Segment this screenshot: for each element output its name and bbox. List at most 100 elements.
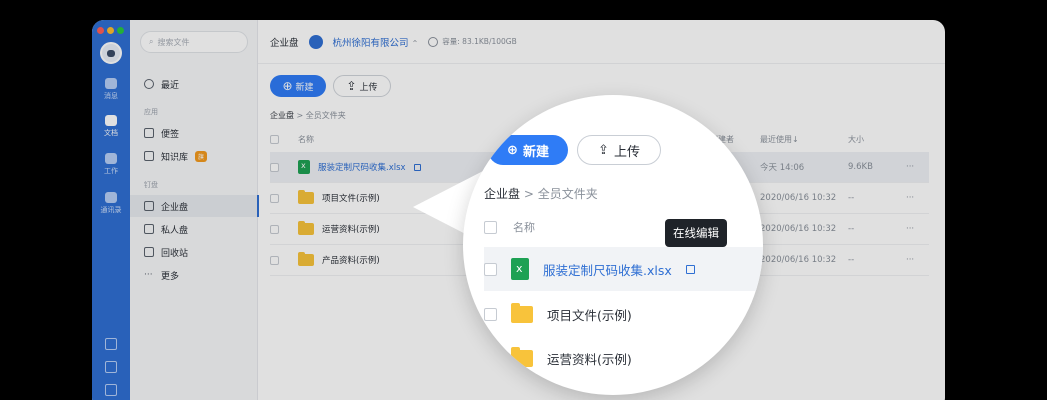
- select-all-checkbox[interactable]: [484, 220, 497, 234]
- breadcrumb-separator: >: [296, 111, 304, 120]
- sidebar-item-knowledge-base[interactable]: 知识库 旗: [130, 145, 258, 167]
- help-icon[interactable]: [105, 338, 117, 350]
- rail-item-docs[interactable]: 文档: [92, 115, 130, 138]
- row-checkbox[interactable]: [484, 307, 497, 321]
- file-name[interactable]: 服装定制尺码收集.xlsx: [543, 260, 672, 279]
- row-size: 9.6KB: [848, 162, 873, 172]
- more-actions-icon[interactable]: ···: [906, 255, 914, 265]
- minimize-window-button[interactable]: [107, 27, 114, 34]
- sidebar: ⌕ 搜索文件 最近 应用 便签 知识库 旗 钉盘 企业盘 私人盘 回收站 ···…: [130, 20, 259, 400]
- breadcrumb-root[interactable]: 企业盘: [484, 187, 520, 201]
- breadcrumb-separator: >: [523, 187, 534, 201]
- folder-icon: [298, 252, 314, 266]
- header-recent[interactable]: 最近使用↓: [760, 134, 799, 145]
- breadcrumb-current: 全员文件夹: [305, 111, 346, 120]
- header-name[interactable]: 名称: [513, 219, 535, 235]
- folder-icon: [511, 302, 533, 323]
- row-checkbox[interactable]: [270, 224, 279, 234]
- building-icon: [144, 201, 154, 211]
- breadcrumb-current: 全员文件夹: [537, 187, 598, 201]
- document-icon: [105, 115, 117, 126]
- more-actions-icon[interactable]: ···: [906, 162, 914, 172]
- table-row-zoomed[interactable]: 运营资料(示例): [484, 336, 763, 380]
- upload-button[interactable]: ⇪ 上传: [333, 75, 391, 97]
- table-row-zoomed[interactable]: 服装定制尺码收集.xlsx: [484, 247, 763, 291]
- rail-item-work[interactable]: 工作: [92, 153, 130, 176]
- file-name[interactable]: 项目文件(示例): [547, 305, 632, 324]
- sidebar-section-apps: 应用: [144, 108, 158, 116]
- company-selector[interactable]: 杭州徐阳有限公司 ⌃: [333, 35, 419, 49]
- row-checkbox[interactable]: [270, 162, 279, 172]
- sidebar-item-recent[interactable]: 最近: [130, 73, 258, 95]
- badge: 旗: [195, 150, 208, 162]
- search-placeholder: 搜索文件: [157, 37, 190, 47]
- upload-icon: ⇪: [346, 79, 357, 93]
- breadcrumb-root[interactable]: 企业盘: [270, 111, 294, 120]
- todo-icon[interactable]: [105, 361, 117, 373]
- lightning-icon[interactable]: [105, 384, 117, 396]
- new-button-label: 新建: [295, 82, 314, 93]
- sidebar-item-enterprise-disk[interactable]: 企业盘: [130, 195, 259, 217]
- sidebar-item-label: 私人盘: [161, 225, 189, 236]
- more-actions-icon[interactable]: ···: [906, 224, 914, 234]
- header-size[interactable]: 大小: [848, 134, 864, 145]
- new-file-icon: ⊕: [507, 142, 518, 158]
- rail-item-messages[interactable]: 消息: [92, 78, 130, 101]
- row-size: --: [848, 224, 855, 234]
- lock-icon: [144, 224, 154, 234]
- magnifier-callout: ⊕ 新建 ⇪ 上传 企业盘 > 全员文件夹 名称 在线编辑 服装定制尺码收集.x…: [463, 95, 763, 395]
- storage-text: 容量: 83.1KB/100GB: [442, 37, 517, 46]
- rail-item-contacts[interactable]: 通讯录: [92, 192, 130, 215]
- new-button-label: 新建: [522, 144, 549, 160]
- chevron-updown-icon: ⌃: [411, 38, 419, 48]
- breadcrumb-zoomed: 企业盘 > 全员文件夹: [484, 185, 598, 202]
- nav-rail: 消息 文档 工作 通讯录: [92, 20, 130, 400]
- trash-icon: [144, 247, 154, 257]
- breadcrumb: 企业盘 > 全员文件夹: [270, 110, 346, 121]
- topbar: 企业盘 杭州徐阳有限公司 ⌃ 容量: 83.1KB/100GB: [258, 20, 945, 64]
- header-name[interactable]: 名称: [298, 134, 314, 145]
- file-name[interactable]: 项目文件(示例): [322, 192, 380, 204]
- search-input[interactable]: ⌕ 搜索文件: [140, 31, 248, 53]
- search-icon: ⌕: [149, 37, 154, 46]
- row-checkbox[interactable]: [270, 255, 279, 265]
- maximize-window-button[interactable]: [117, 27, 124, 34]
- rail-item-label: 文档: [104, 129, 118, 137]
- more-actions-icon[interactable]: ···: [906, 193, 914, 203]
- new-button-zoomed[interactable]: ⊕ 新建: [488, 135, 568, 165]
- excel-file-icon: [511, 258, 529, 280]
- sidebar-item-label: 知识库: [161, 152, 189, 163]
- folder-icon: [298, 221, 314, 235]
- sidebar-item-label: 更多: [161, 271, 180, 282]
- file-name[interactable]: 运营资料(示例): [547, 349, 632, 368]
- file-name[interactable]: 运营资料(示例): [322, 223, 380, 235]
- table-row-zoomed[interactable]: 项目文件(示例): [484, 292, 763, 336]
- sidebar-section-disk: 钉盘: [144, 181, 158, 189]
- edit-icon[interactable]: [413, 163, 421, 171]
- select-all-checkbox[interactable]: [270, 134, 279, 144]
- rail-item-label: 消息: [104, 92, 118, 100]
- folder-icon: [298, 190, 314, 204]
- upload-button-zoomed[interactable]: ⇪ 上传: [577, 135, 661, 165]
- close-window-button[interactable]: [97, 27, 104, 34]
- sidebar-item-trash[interactable]: 回收站: [130, 241, 258, 263]
- tooltip-online-edit-zoomed: 在线编辑: [665, 219, 727, 247]
- more-icon: ···: [144, 270, 153, 280]
- grid-icon: [105, 153, 117, 164]
- sidebar-item-private-disk[interactable]: 私人盘: [130, 218, 258, 240]
- row-date: 今天 14:06: [760, 163, 805, 173]
- rail-item-label: 通讯录: [100, 206, 122, 214]
- row-checkbox[interactable]: [484, 262, 497, 276]
- avatar[interactable]: [100, 42, 122, 64]
- sidebar-item-more[interactable]: ··· 更多: [130, 264, 258, 286]
- row-checkbox[interactable]: [270, 193, 279, 203]
- window-controls: [97, 27, 124, 34]
- edit-icon[interactable]: [685, 264, 695, 274]
- row-checkbox[interactable]: [484, 351, 497, 365]
- upload-button-label: 上传: [613, 144, 640, 160]
- file-name[interactable]: 服装定制尺码收集.xlsx: [318, 161, 406, 173]
- row-date: 2020/06/16 10:32: [760, 193, 837, 203]
- file-name[interactable]: 产品资料(示例): [322, 254, 380, 266]
- sidebar-item-notes[interactable]: 便签: [130, 122, 258, 144]
- new-button[interactable]: ⊕ 新建: [270, 75, 326, 97]
